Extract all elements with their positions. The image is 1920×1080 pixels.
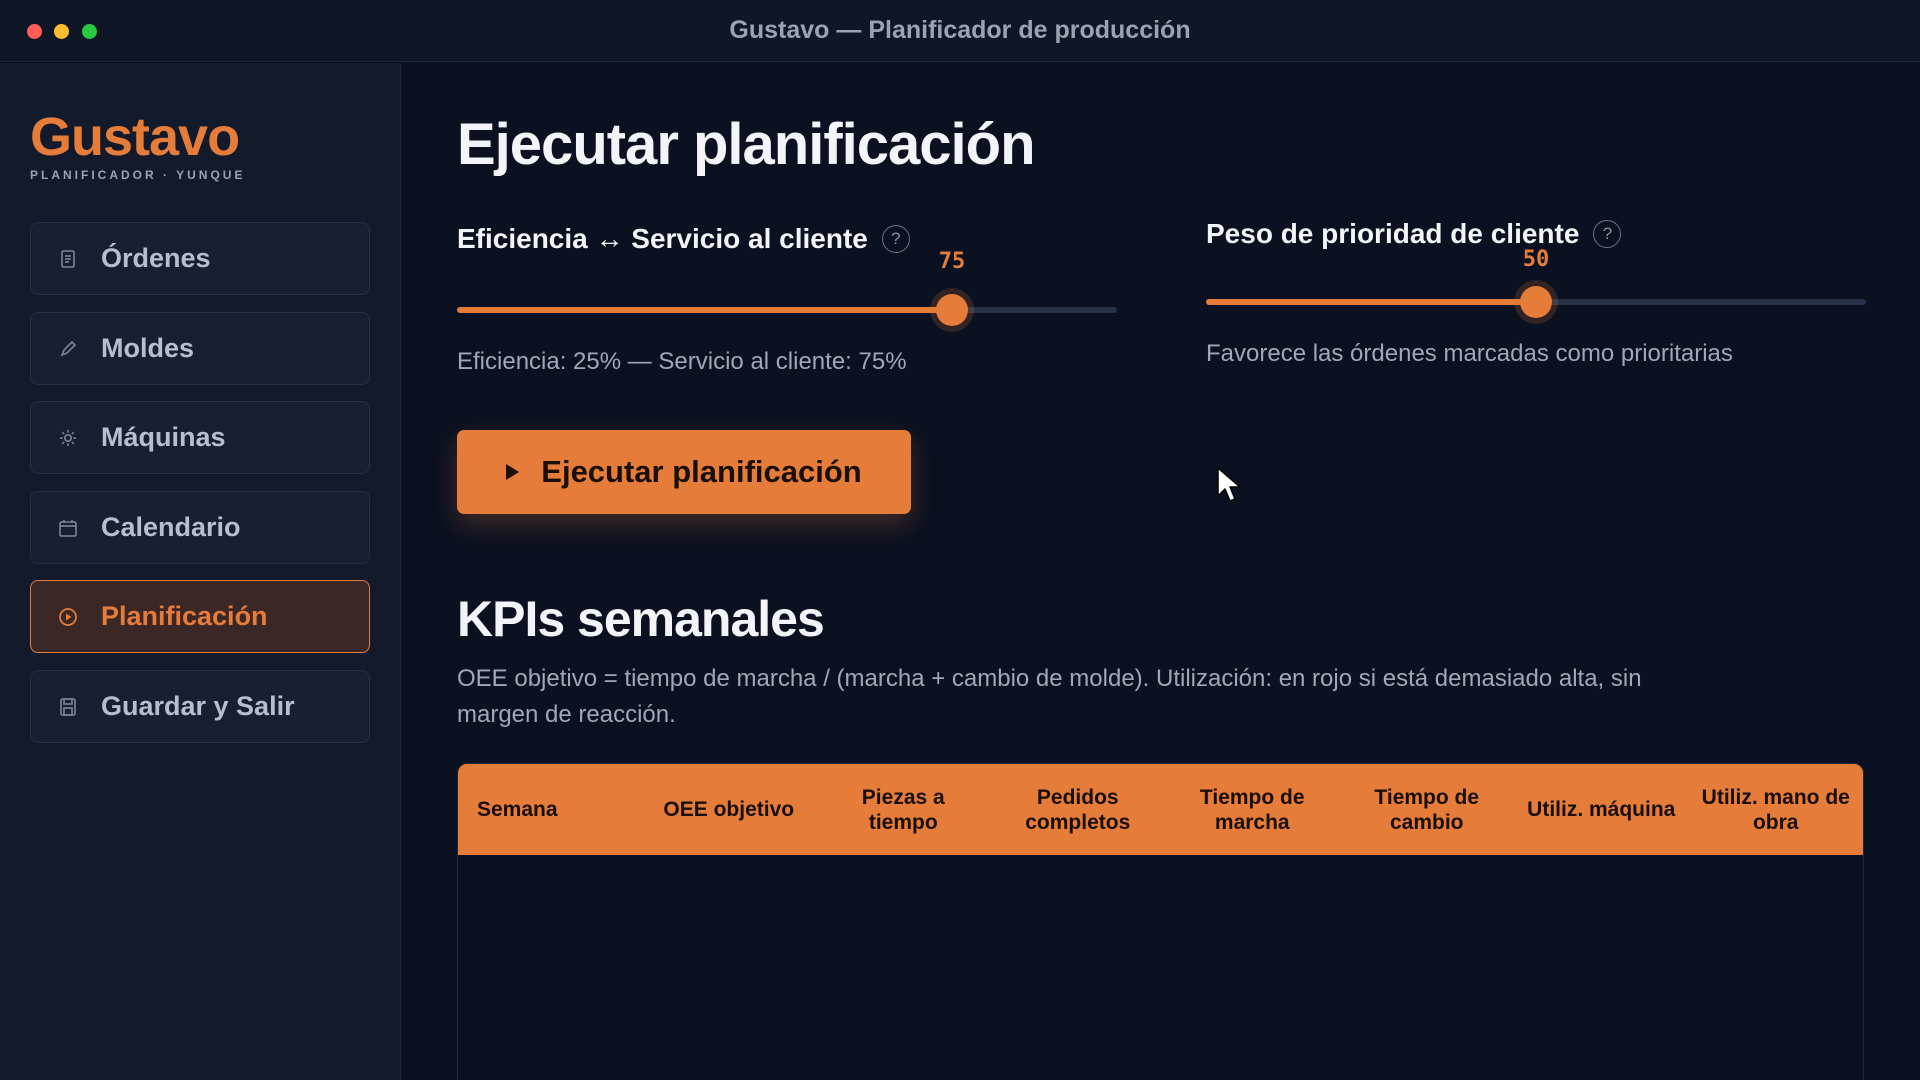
priority-slider-thumb[interactable] [1520,286,1552,318]
sidebar-item-label: Calendario [101,512,241,542]
sidebar-item-label: Máquinas [101,422,226,452]
calendar-icon [57,517,79,539]
sidebar-item-label: Planificación [101,601,268,631]
kpi-section-description: OEE objetivo = tiempo de marcha / (march… [457,665,1642,728]
efficiency-slider-fill [457,307,952,313]
sidebar-item-label: Moldes [101,333,195,363]
pencil-icon [57,338,79,360]
priority-slider[interactable]: 50 [1206,247,1866,318]
column-header-utiliz-mano-obra[interactable]: Utiliz. mano de obra [1689,785,1864,835]
efficiency-slider[interactable]: 75 [457,249,1117,326]
kpi-table-header: Semana OEE objetivo Piezas a tiempo Pedi… [458,764,1863,855]
run-planning-button[interactable]: Ejecutar planificación [457,430,911,514]
sidebar-item-moldes[interactable]: Moldes [30,312,370,385]
priority-slider-group: Peso de prioridad de cliente ? 50 Favore… [1206,218,1866,367]
gear-icon [57,427,79,449]
mouse-cursor-icon [1217,467,1241,502]
help-icon[interactable]: ? [881,225,910,253]
column-header-semana[interactable]: Semana [458,797,642,822]
sidebar-item-label: Órdenes [101,243,211,273]
column-header-pedidos-completos[interactable]: Pedidos completos [991,785,1166,835]
kpi-section-title: KPIs semanales [457,591,825,647]
efficiency-slider-group: Eficiencia ↔ Servicio al cliente ? 75 Ef… [457,223,1117,375]
efficiency-slider-label-row: Eficiencia ↔ Servicio al cliente ? [457,223,1117,255]
help-icon[interactable]: ? [1593,220,1622,248]
play-icon [506,464,520,480]
play-circle-icon [57,606,79,628]
priority-slider-label-row: Peso de prioridad de cliente ? [1206,218,1866,250]
priority-slider-label: Peso de prioridad de cliente [1206,218,1580,249]
sidebar-item-label: Guardar y Salir [101,691,295,721]
column-header-oee[interactable]: OEE objetivo [642,797,817,822]
efficiency-slider-caption: Eficiencia: 25% — Servicio al cliente: 7… [457,348,907,375]
sidebar-item-guardar-salir[interactable]: Guardar y Salir [30,670,370,743]
kpi-table: Semana OEE objetivo Piezas a tiempo Pedi… [457,763,1864,1080]
window-title: Gustavo — Planificador de producción [729,16,1191,44]
page-title: Ejecutar planificación [457,112,1036,177]
run-planning-label: Ejecutar planificación [541,454,862,489]
brand-logo: Gustavo [30,107,240,167]
sidebar-item-planificacion[interactable]: Planificación [30,580,370,653]
column-header-utiliz-maquina[interactable]: Utiliz. máquina [1514,797,1689,822]
efficiency-slider-value: 75 [938,249,966,274]
column-header-piezas-a-tiempo[interactable]: Piezas a tiempo [816,785,991,835]
brand-subtitle: PLANIFICADOR · YUNQUE [30,168,246,182]
priority-slider-value: 50 [1522,247,1550,272]
sidebar-item-ordenes[interactable]: Órdenes [30,222,370,295]
column-header-tiempo-marcha[interactable]: Tiempo de marcha [1165,785,1340,835]
sidebar-item-calendario[interactable]: Calendario [30,491,370,564]
column-header-tiempo-cambio[interactable]: Tiempo de cambio [1340,785,1515,835]
priority-slider-caption: Favorece las órdenes marcadas como prior… [1206,340,1733,367]
title-bar: Gustavo — Planificador de producción [0,0,1920,62]
efficiency-slider-label: Eficiencia ↔ Servicio al cliente [457,223,868,254]
sidebar-item-maquinas[interactable]: Máquinas [30,401,370,474]
save-icon [57,696,79,718]
document-icon [57,248,79,270]
sidebar: Gustavo PLANIFICADOR · YUNQUE Órdenes Mo… [0,63,401,1080]
priority-slider-fill [1206,299,1536,305]
efficiency-slider-thumb[interactable] [936,294,968,326]
